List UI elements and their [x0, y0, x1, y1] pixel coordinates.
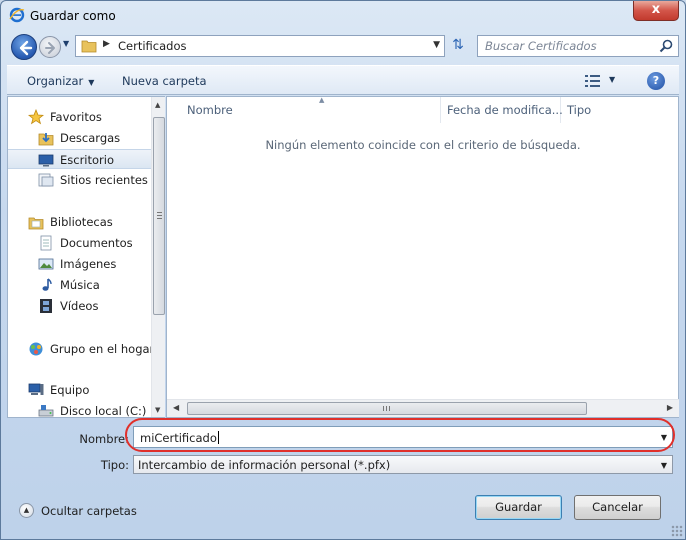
scrollbar-grip: [157, 212, 162, 220]
recent-places-icon: [38, 173, 54, 187]
sort-ascending-icon: ▲: [319, 96, 325, 104]
sidebar-item-local-disk[interactable]: Disco local (C:): [8, 401, 151, 418]
sidebar-item-homegroup[interactable]: Grupo en el hogar: [8, 339, 155, 359]
collapse-up-icon: ▲: [19, 503, 34, 518]
navigation-pane: Favoritos Descargas Escritorio Sitios re…: [7, 96, 165, 418]
refresh-button[interactable]: ⇅: [447, 35, 469, 57]
sidebar-item-label: Disco local (C:): [60, 404, 147, 418]
downloads-folder-icon: [38, 133, 54, 146]
sidebar-item-label: Descargas: [60, 131, 121, 145]
hide-folders-toggle[interactable]: ▲ Ocultar carpetas: [19, 503, 139, 519]
new-folder-button[interactable]: Nueva carpeta: [122, 74, 207, 88]
back-button[interactable]: [11, 34, 37, 60]
sidebar-item-label: Favoritos: [50, 110, 102, 124]
sidebar-item-label: Sitios recientes: [60, 173, 148, 187]
internet-explorer-icon: [9, 7, 25, 23]
sidebar-item-label: Bibliotecas: [50, 215, 113, 229]
organize-label: Organizar: [27, 74, 84, 88]
highlight-annotation: [125, 418, 675, 452]
scroll-up-icon[interactable]: ▲: [155, 101, 160, 109]
sidebar-item-libraries[interactable]: Bibliotecas: [8, 212, 151, 232]
scroll-down-icon[interactable]: ▼: [155, 406, 160, 414]
sidebar-item-pictures[interactable]: Imágenes: [8, 254, 151, 274]
resize-grip[interactable]: [671, 525, 683, 537]
scroll-left-icon[interactable]: ◀: [173, 403, 179, 412]
star-icon: [28, 109, 44, 125]
cancel-button[interactable]: Cancelar: [574, 495, 661, 520]
back-arrow-icon: [19, 40, 33, 56]
file-list-horizontal-scrollbar[interactable]: ◀ ▶: [167, 399, 679, 417]
search-box[interactable]: Buscar Certificados: [477, 35, 679, 57]
sidebar-item-label: Imágenes: [60, 257, 117, 271]
scrollbar-grip: [383, 406, 391, 411]
file-list-pane: ▲ Nombre Fecha de modifica... Tipo Ningú…: [166, 96, 679, 418]
column-header-name[interactable]: ▲ Nombre: [181, 96, 441, 123]
column-header-label: Nombre: [187, 103, 233, 117]
column-header-type[interactable]: Tipo: [561, 97, 679, 123]
libraries-icon: [28, 217, 44, 230]
view-options-icon[interactable]: [585, 74, 601, 88]
sidebar-item-recent-places[interactable]: Sitios recientes: [8, 170, 151, 190]
sidebar-item-favorites[interactable]: Favoritos: [8, 107, 151, 127]
organize-dropdown-icon: ▼: [88, 78, 95, 87]
window-title: Guardar como: [30, 9, 116, 23]
desktop-icon: [38, 154, 54, 167]
forward-button[interactable]: [39, 36, 61, 58]
column-header-label: Fecha de modifica...: [447, 103, 563, 117]
forward-arrow-icon: [45, 42, 55, 54]
sidebar-item-label: Equipo: [50, 383, 90, 397]
sidebar-item-label: Vídeos: [60, 299, 99, 313]
sidebar-item-downloads[interactable]: Descargas: [8, 128, 151, 148]
sidebar-item-label: Documentos: [60, 236, 133, 250]
sidebar-item-videos[interactable]: Vídeos: [8, 296, 151, 316]
scrollbar-thumb[interactable]: [153, 117, 165, 315]
scrollbar-thumb[interactable]: [187, 402, 587, 415]
documents-icon: [40, 235, 52, 251]
file-type-value: Intercambio de información personal (*.p…: [138, 458, 391, 472]
empty-results-message: Ningún elemento coincide con el criterio…: [265, 138, 581, 152]
file-name-label: Nombre:: [79, 432, 129, 446]
view-dropdown-icon[interactable]: ▼: [609, 75, 615, 84]
sidebar-item-label: Música: [60, 278, 100, 292]
computer-icon: [28, 383, 44, 395]
command-bar: Organizar ▼ Nueva carpeta ▼ ?: [7, 65, 679, 95]
close-icon: x: [651, 2, 661, 17]
address-dropdown-icon[interactable]: ▼: [433, 40, 440, 50]
search-icon[interactable]: [659, 39, 673, 53]
scroll-right-icon[interactable]: ▶: [667, 403, 673, 412]
title-bar: Guardar como x: [1, 1, 685, 31]
save-button[interactable]: Guardar: [475, 495, 562, 520]
sidebar-item-computer[interactable]: Equipo: [8, 380, 151, 400]
sidebar-item-label: Grupo en el hogar: [50, 342, 155, 356]
organize-menu[interactable]: Organizar ▼: [27, 74, 94, 88]
help-icon[interactable]: ?: [647, 72, 665, 90]
file-type-select[interactable]: Intercambio de información personal (*.p…: [133, 455, 673, 474]
film-strip-icon: [40, 299, 52, 313]
folder-icon: [81, 40, 97, 53]
pictures-icon: [38, 258, 54, 270]
save-as-dialog: Guardar como x ▼ ▶ Certificados ▼ ⇅ Busc…: [0, 0, 686, 540]
hard-drive-icon: [38, 405, 54, 417]
search-input[interactable]: Buscar Certificados: [485, 39, 597, 53]
recent-locations-chevron-icon[interactable]: ▼: [63, 39, 69, 48]
refresh-icon: ⇅: [452, 37, 464, 53]
file-type-dropdown-icon[interactable]: ▼: [661, 461, 667, 470]
hide-folders-label: Ocultar carpetas: [41, 504, 137, 518]
breadcrumb-current[interactable]: Certificados: [118, 39, 186, 53]
sidebar-item-music[interactable]: Música: [8, 275, 151, 295]
sidebar-item-label: Escritorio: [60, 153, 115, 167]
sidebar-item-desktop[interactable]: Escritorio: [8, 149, 151, 169]
sidebar-scrollbar[interactable]: ▲ ▼: [151, 97, 165, 417]
address-bar[interactable]: ▶ Certificados ▼: [75, 35, 445, 57]
navigation-bar: ▼ ▶ Certificados ▼ ⇅ Buscar Certificados: [7, 31, 679, 63]
homegroup-icon: [29, 342, 43, 356]
column-header-date[interactable]: Fecha de modifica...: [441, 97, 563, 123]
close-button[interactable]: x: [633, 1, 679, 21]
file-type-label: Tipo:: [100, 458, 129, 472]
column-header-label: Tipo: [567, 103, 592, 117]
sidebar-item-documents[interactable]: Documentos: [8, 233, 151, 253]
breadcrumb-separator-icon[interactable]: ▶: [103, 39, 110, 49]
music-note-icon: [42, 278, 52, 291]
